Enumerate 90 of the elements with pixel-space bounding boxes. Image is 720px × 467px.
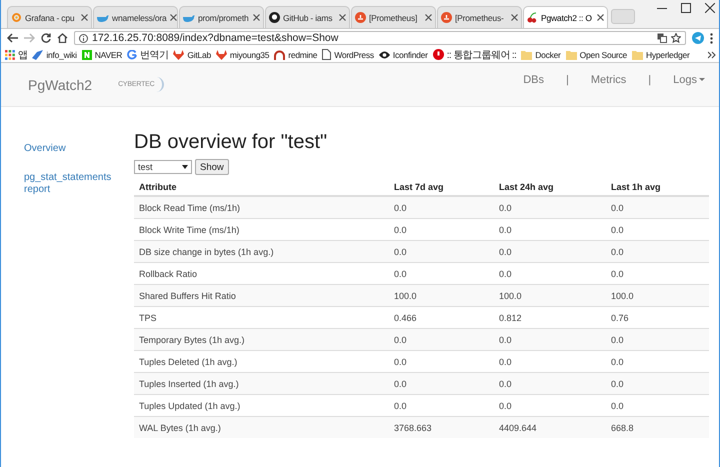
sidebar-link[interactable]: Overview: [24, 143, 134, 156]
close-icon[interactable]: [511, 14, 518, 21]
fox-icon: [216, 50, 227, 60]
table-cell: WAL Bytes (1h avg.): [134, 416, 389, 438]
browser-tab[interactable]: prom/prometh: [179, 6, 264, 28]
more-menu-icon[interactable]: [710, 32, 713, 44]
nav-link[interactable]: Metrics: [590, 74, 626, 86]
back-arrow-icon[interactable]: [7, 33, 18, 43]
sidebar-link[interactable]: pg_stat_statements report: [24, 172, 134, 196]
table-cell: 0.0: [389, 372, 494, 394]
bookmark-link[interactable]: :: 통합그룹웨어 ::: [446, 48, 516, 62]
nav-link[interactable]: DBs: [523, 74, 544, 86]
arch-icon: [274, 50, 286, 60]
table-cell: 0.0: [606, 372, 709, 394]
star-icon[interactable]: [671, 33, 681, 43]
browser-tab[interactable]: Pgwatch2 :: O: [523, 6, 608, 28]
table-cell: 100.0: [389, 284, 494, 306]
bookmark-link[interactable]: GitLab: [187, 50, 211, 60]
browser-tab[interactable]: Grafana - cpu: [7, 6, 92, 28]
table-cell: 0.0: [606, 328, 709, 350]
table-cell: Temporary Bytes (1h avg.): [134, 328, 389, 350]
bookmark-link[interactable]: Docker: [535, 50, 561, 60]
bookmark-link[interactable]: WordPress: [334, 50, 374, 60]
browser-tab[interactable]: [Prometheus]: [351, 6, 436, 28]
table-cell: 0.0: [389, 240, 494, 262]
translate-icon[interactable]: [657, 33, 667, 43]
fox-icon: [173, 50, 184, 60]
browser-tab[interactable]: GitHub - iams: [265, 6, 350, 28]
table-cell: Tuples Inserted (1h avg.): [134, 372, 389, 394]
table-cell: 0.0: [494, 240, 606, 262]
bookmark-link[interactable]: 번역기: [140, 48, 168, 62]
whale-icon: [97, 13, 109, 22]
close-icon[interactable]: [253, 14, 260, 21]
folder-icon: [566, 50, 577, 60]
sun-icon: [11, 12, 22, 23]
table-cell: 0.0: [606, 196, 709, 218]
reload-icon[interactable]: [41, 33, 51, 43]
bookmark-link[interactable]: info_wiki: [46, 50, 77, 60]
brand-link[interactable]: PgWatch2: [28, 76, 92, 92]
home-icon[interactable]: [57, 33, 68, 43]
close-icon[interactable]: [170, 14, 177, 21]
table-cell: 0.0: [494, 196, 606, 218]
bookmark-link[interactable]: NAVER: [94, 50, 122, 60]
table-cell: 3768.663: [389, 416, 494, 438]
close-icon[interactable]: [425, 14, 432, 21]
table-cell: DB size change in bytes (1h avg.): [134, 240, 389, 262]
info-icon: [79, 34, 88, 42]
whale-icon: [183, 13, 195, 22]
nav-dropdown[interactable]: Logs: [673, 74, 705, 86]
table-cell: 0.0: [389, 328, 494, 350]
table-cell: 0.0: [494, 372, 606, 394]
chevron-icon[interactable]: [708, 50, 716, 58]
close-icon[interactable]: [705, 3, 715, 13]
g-logo-icon: [127, 50, 138, 60]
close-icon[interactable]: [81, 14, 88, 21]
table-cell: 668.8: [606, 416, 709, 438]
table-cell: 4409.644: [494, 416, 606, 438]
close-icon[interactable]: [339, 14, 346, 21]
cherry-icon: [527, 12, 538, 23]
bookmark-link[interactable]: redmine: [288, 50, 318, 60]
bookmark-link[interactable]: Hyperledger: [646, 50, 690, 60]
table-cell: 0.0: [606, 240, 709, 262]
caret-icon: [699, 78, 705, 81]
table-cell: Block Read Time (ms/1h): [134, 196, 389, 218]
bookmark-link[interactable]: miyoung35: [230, 50, 270, 60]
show-button[interactable]: Show: [195, 159, 229, 175]
table-cell: 0.0: [389, 196, 494, 218]
bookmark-link[interactable]: Iconfinder: [392, 50, 428, 60]
telegram-icon[interactable]: [692, 32, 704, 44]
page-title: DB overview for "test": [134, 130, 328, 154]
browser-tab[interactable]: [Prometheus-: [437, 6, 522, 28]
maximize-icon[interactable]: [681, 3, 691, 13]
bookmark-link[interactable]: 앱: [18, 48, 28, 62]
apps-grid-icon: [5, 50, 15, 60]
close-icon[interactable]: [597, 14, 604, 21]
database-select[interactable]: test: [134, 160, 192, 174]
eye-icon: [378, 50, 390, 60]
nav-separator: |: [566, 74, 569, 86]
folder-icon: [521, 50, 532, 60]
table-cell: 100.0: [606, 284, 709, 306]
table-cell: Shared Buffers Hit Ratio: [134, 284, 389, 306]
browser-tab[interactable]: wnameless/ora: [93, 6, 178, 28]
bookmark-link[interactable]: Open Source: [580, 50, 627, 60]
address-bar[interactable]: 172.16.25.70:8089/index?dbname=test&show=Show: [74, 31, 686, 45]
nav-separator: |: [648, 74, 652, 86]
table-cell: 0.0: [494, 328, 606, 350]
n-logo-icon: [82, 50, 92, 60]
table-cell: 100.0: [494, 284, 606, 306]
folder-icon: [632, 50, 643, 60]
dropdown-arrow-icon: [182, 165, 188, 169]
